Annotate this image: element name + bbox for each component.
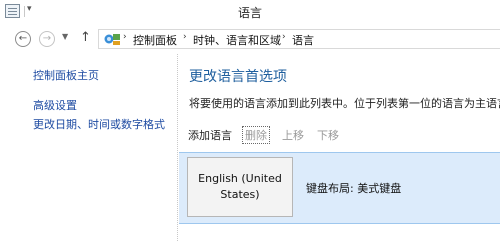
recent-locations-chevron-icon[interactable]: ▼	[62, 32, 68, 41]
forward-button[interactable]: →	[39, 31, 55, 47]
up-arrow-icon[interactable]: ↑	[80, 30, 91, 45]
breadcrumb-control-panel[interactable]: 控制面板	[133, 32, 177, 48]
breadcrumb-clock-language-region[interactable]: 时钟、语言和区域	[193, 32, 281, 48]
breadcrumb-separator[interactable]: ›	[123, 32, 127, 42]
breadcrumb-separator[interactable]: ›	[183, 32, 187, 42]
move-up-button[interactable]: 上移	[282, 127, 304, 143]
window-title: 语言	[237, 6, 262, 20]
control-panel-location-icon	[104, 34, 120, 45]
address-toolbar: ← → ▼ ↑ › 控制面板 › 时钟、语言和区域 › 语言	[0, 24, 500, 54]
change-date-time-format-link[interactable]: 更改日期、时间或数字格式	[33, 116, 165, 132]
language-list-item[interactable]: English (United States) 键盘布局: 美式键盘	[179, 152, 500, 224]
advanced-settings-link[interactable]: 高级设置	[33, 97, 77, 113]
page-description: 将要使用的语言添加到此列表中。位于列表第一位的语言为主语言(即	[189, 97, 500, 110]
pane-divider	[177, 54, 178, 241]
keyboard-layout-label: 键盘布局: 美式键盘	[306, 182, 402, 195]
left-navigation-pane: 控制面板主页 高级设置 更改日期、时间或数字格式	[0, 54, 178, 241]
control-panel-home-link[interactable]: 控制面板主页	[33, 67, 99, 83]
page-title: 更改语言首选项	[189, 69, 287, 85]
move-down-button[interactable]: 下移	[317, 127, 339, 143]
remove-language-button[interactable]: 删除	[242, 126, 270, 144]
breadcrumb-language[interactable]: 语言	[292, 32, 314, 48]
add-language-button[interactable]: 添加语言	[188, 127, 232, 143]
language-name-tile[interactable]: English (United States)	[187, 157, 293, 217]
back-button[interactable]: ←	[15, 31, 31, 47]
language-list-toolbar: 添加语言 删除 上移 下移	[180, 122, 500, 148]
address-bar[interactable]: › 控制面板 › 时钟、语言和区域 › 语言	[98, 29, 500, 49]
title-bar: ▾ 语言	[0, 0, 500, 24]
breadcrumb-separator[interactable]: ›	[282, 32, 286, 42]
